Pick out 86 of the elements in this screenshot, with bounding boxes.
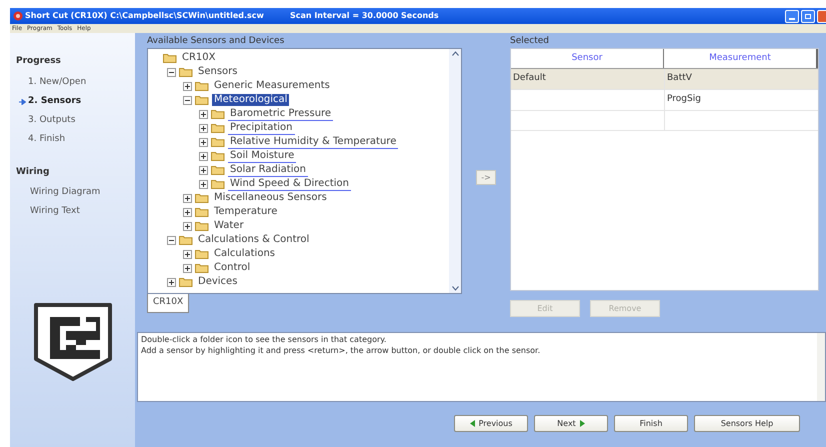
expand-icon[interactable] <box>199 110 208 118</box>
tree-item[interactable]: Devices <box>196 276 240 288</box>
tree-item[interactable]: Sensors <box>196 66 240 78</box>
tree-item[interactable]: CR10X <box>180 52 218 64</box>
minimize-button[interactable] <box>785 10 799 22</box>
folder-icon <box>179 277 193 287</box>
help-text: Add a sensor by highlighting it and press <return>, the arrow button, or double click on the sensor. <box>141 345 542 356</box>
folder-icon <box>195 95 209 105</box>
expand-icon[interactable] <box>183 82 192 90</box>
folder-icon <box>195 249 209 259</box>
app-icon <box>13 11 23 21</box>
folder-icon <box>211 151 225 161</box>
expand-icon[interactable] <box>199 138 208 146</box>
table-row[interactable]: ProgSig <box>511 90 818 111</box>
wiring-link[interactable]: Wiring Diagram <box>16 186 135 205</box>
close-button[interactable] <box>817 10 826 22</box>
table-row[interactable]: Default BattV <box>511 69 818 90</box>
progress-step[interactable]: 4. Finish <box>28 132 66 146</box>
scroll-down-icon[interactable] <box>452 286 458 291</box>
folder-icon <box>211 123 225 133</box>
folder-icon <box>195 221 209 231</box>
collapse-icon[interactable] <box>183 96 192 104</box>
expand-icon[interactable] <box>183 194 192 202</box>
tree-item[interactable]: Precipitation <box>228 122 295 134</box>
folder-icon <box>211 179 225 189</box>
help-text: Double-click a folder icon to see the sensors in that category. <box>141 334 388 345</box>
tree-item[interactable]: Calculations & Control <box>196 234 312 246</box>
tree-item[interactable]: Meteorological <box>212 94 290 106</box>
expand-icon[interactable] <box>199 152 208 160</box>
tree-item[interactable]: Temperature <box>212 206 280 218</box>
restore-button[interactable] <box>801 10 815 22</box>
folder-icon <box>179 67 193 77</box>
collapse-icon[interactable] <box>167 236 176 244</box>
expand-icon[interactable] <box>183 208 192 216</box>
scrollbar[interactable] <box>449 49 461 293</box>
tree-item[interactable]: Wind Speed & Direction <box>228 178 351 190</box>
scrollbar[interactable] <box>817 333 825 401</box>
column-header[interactable]: Sensor <box>511 49 664 68</box>
expand-icon[interactable] <box>199 124 208 132</box>
window-title: Short Cut (CR10X) C:\Campbellsc\SCWin\untitled.scw <box>25 10 264 22</box>
left-arrow-icon <box>470 420 475 427</box>
table-cell-text: Default <box>513 72 546 86</box>
wiring-link[interactable]: Wiring Text <box>16 205 135 224</box>
scan-interval: Scan Interval = 30.0000 Seconds <box>290 10 439 22</box>
folder-icon <box>195 193 209 203</box>
folder-icon <box>211 165 225 175</box>
folder-icon <box>211 109 225 119</box>
nav-button[interactable]: Previous <box>454 415 528 432</box>
table-cell-text: ProgSig <box>667 93 701 106</box>
progress-step[interactable]: 3. Outputs <box>28 114 76 128</box>
tree-item[interactable]: Relative Humidity & Temperature <box>228 136 398 148</box>
collapse-icon[interactable] <box>167 68 176 76</box>
arrow-icon <box>19 98 26 104</box>
device-tab[interactable]: CR10X <box>147 294 190 312</box>
folder-icon <box>179 235 193 245</box>
nav-button[interactable]: Sensors Help <box>694 415 800 432</box>
expand-icon[interactable] <box>183 264 192 272</box>
progress-step[interactable]: 2. Sensors <box>28 94 82 108</box>
tree-item[interactable]: Soil Moisture <box>228 150 296 162</box>
tree-item[interactable]: Water <box>212 220 246 232</box>
tree-item[interactable]: Miscellaneous Sensors <box>212 192 329 204</box>
expand-icon[interactable] <box>183 250 192 258</box>
panel-heading: Selected <box>510 35 550 48</box>
tree-item[interactable]: Barometric Pressure <box>228 108 334 120</box>
tree-item[interactable]: Solar Radiation <box>228 164 308 176</box>
expand-icon[interactable] <box>199 166 208 174</box>
table-cell-text: BattV <box>667 72 692 86</box>
wiring-heading: Wiring <box>16 166 50 179</box>
folder-icon <box>195 207 209 217</box>
folder-icon <box>211 137 225 147</box>
folder-icon <box>163 53 177 63</box>
right-arrow-icon <box>580 420 585 427</box>
progress-step[interactable]: 1. New/Open <box>28 76 86 90</box>
folder-icon <box>195 81 209 91</box>
expand-icon[interactable] <box>199 180 208 188</box>
tree-item[interactable]: Control <box>212 262 252 274</box>
expand-icon[interactable] <box>183 222 192 230</box>
nav-button[interactable]: Next <box>534 415 608 432</box>
folder-icon <box>195 263 209 273</box>
tree-item[interactable]: Calculations <box>212 248 277 260</box>
scroll-up-icon[interactable] <box>452 51 458 56</box>
expand-icon[interactable] <box>167 278 176 286</box>
panel-heading: Available Sensors and Devices <box>147 35 286 48</box>
nav-button[interactable]: Finish <box>614 415 688 432</box>
tree-item[interactable]: Generic Measurements <box>212 80 332 92</box>
progress-heading: Progress <box>16 55 62 68</box>
